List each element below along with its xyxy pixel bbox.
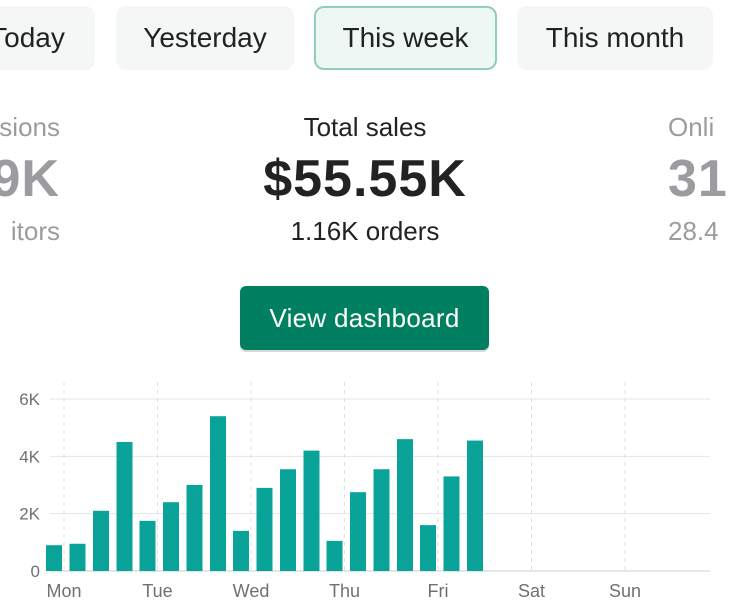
metric-sub: 1.16K orders: [290, 216, 440, 246]
chart-bar: [139, 520, 156, 571]
chart-bar: [93, 510, 109, 571]
metric-sessions[interactable]: sions 9K itors: [0, 108, 60, 250]
y-tick-label: 4K: [19, 447, 40, 466]
chart-bar: [280, 469, 296, 571]
chart-bar: [116, 442, 133, 571]
chart-bar: [397, 439, 413, 571]
chart-bar: [420, 525, 436, 571]
chart-bar: [467, 440, 483, 571]
chart-bar: [373, 469, 390, 571]
tab-this-week[interactable]: This week: [314, 6, 497, 70]
metric-label: Onli: [668, 112, 715, 142]
chart-bar: [350, 492, 366, 571]
x-tick-label: Sun: [609, 581, 641, 601]
x-tick-label: Tue: [142, 581, 172, 601]
x-tick-label: Mon: [46, 581, 81, 601]
chart-bar: [163, 502, 179, 571]
view-dashboard-button[interactable]: View dashboard: [240, 286, 489, 350]
y-tick-label: 2K: [19, 505, 40, 524]
x-tick-label: Thu: [329, 581, 360, 601]
x-tick-label: Fri: [428, 581, 449, 601]
chart-bar: [443, 476, 460, 571]
metric-label: sions: [0, 112, 60, 142]
chart-bar: [69, 543, 86, 571]
metric-total-sales[interactable]: Total sales $55.55K 1.16K orders: [215, 108, 515, 250]
metric-value: $55.55K: [263, 150, 467, 208]
metric-value: 9K: [0, 150, 60, 208]
chart-bar: [186, 485, 203, 571]
chart-bar: [233, 530, 249, 571]
y-tick-label: 0: [31, 562, 40, 581]
tab-today[interactable]: Today: [0, 6, 95, 70]
chart-bar: [256, 487, 273, 571]
metric-sub: 28.4: [668, 216, 719, 246]
chart-bar: [210, 416, 226, 571]
x-tick-label: Wed: [233, 581, 270, 601]
tab-this-month[interactable]: This month: [517, 6, 713, 70]
x-tick-label: Sat: [518, 581, 545, 601]
sales-bar-chart: 0 2K 4K 6K Mon Tue Wed Thu Fri Sat Sun: [19, 382, 710, 601]
metric-label: Total sales: [303, 112, 427, 142]
sales-overview: Today Yesterday This week This month sio…: [0, 0, 729, 609]
y-tick-label: 6K: [19, 390, 40, 409]
metric-value: 31: [668, 150, 728, 208]
metric-online-store[interactable]: Onli 31 28.4: [668, 108, 729, 250]
tab-yesterday[interactable]: Yesterday: [116, 6, 294, 70]
chart-bar: [303, 450, 320, 571]
chart-bar: [46, 545, 62, 571]
chart-bar: [326, 540, 343, 571]
metric-sub: itors: [10, 216, 60, 246]
